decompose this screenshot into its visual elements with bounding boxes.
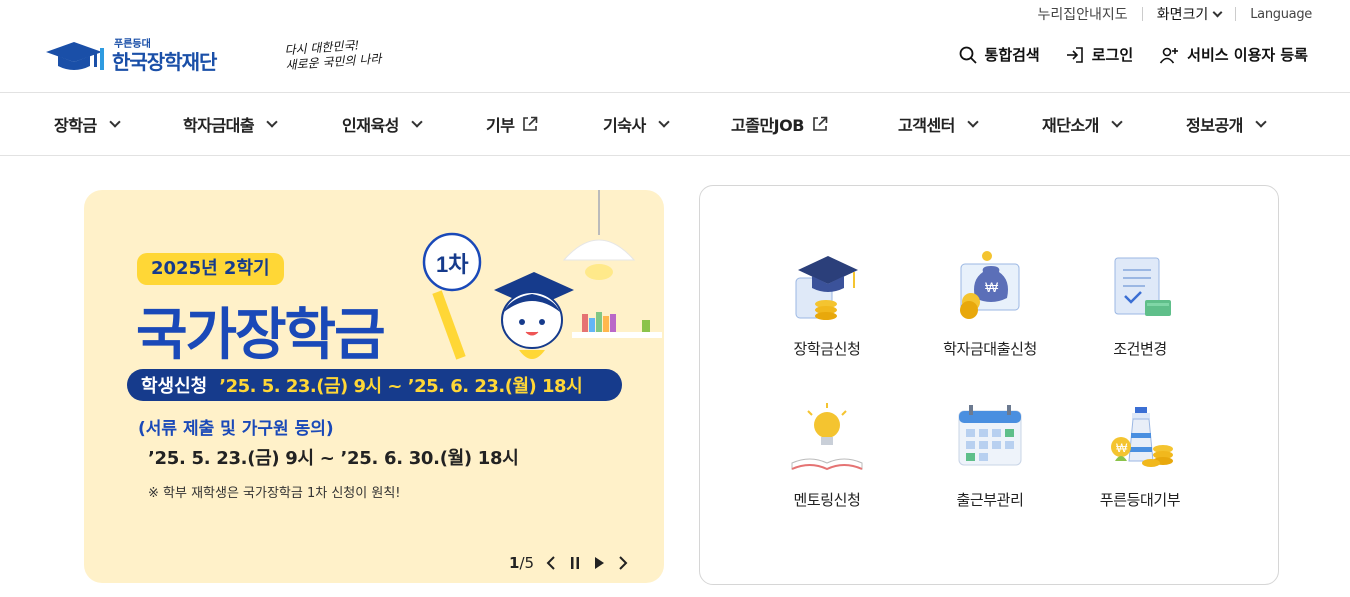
chevron-down-icon <box>658 115 670 128</box>
quick-link-scholarship-apply[interactable]: 장학금신청 <box>752 248 902 359</box>
external-link-icon <box>523 116 538 131</box>
quick-link-loan-apply[interactable]: ₩ 학자금대출신청 <box>915 248 1065 359</box>
nav-item-disclosure[interactable]: 정보공개 <box>1186 93 1267 155</box>
chevron-down-icon <box>266 115 278 128</box>
quick-link-label: 학자금대출신청 <box>943 340 1037 358</box>
slide-total: /5 <box>519 554 535 572</box>
nav-label: 인재육성 <box>342 116 399 135</box>
period-dates: ’25. 5. 23.(금) 9시 ~ ’25. 6. 23.(월) 18시 <box>219 376 583 397</box>
utility-bar: 누리집안내지도 화면크기 Language <box>0 0 1350 28</box>
login-icon <box>1066 46 1083 63</box>
nav-item-customer-center[interactable]: 고객센터 <box>898 93 979 155</box>
quick-link-condition-change[interactable]: 조건변경 <box>1065 248 1215 359</box>
divider <box>1141 7 1143 21</box>
chevron-down-icon <box>109 115 121 128</box>
quick-link-label: 푸른등대기부 <box>1099 491 1181 509</box>
nav-item-highschool-job[interactable]: 고졸만JOB <box>731 93 828 155</box>
chevron-down-icon <box>967 115 979 128</box>
main-nav: 장학금 학자금대출 인재육성 기부 기숙사 고졸만JOB 고객센터 재단소개 정… <box>0 92 1350 156</box>
docs-dates: ’25. 5. 23.(금) 9시 ~ ’25. 6. 30.(월) 18시 <box>148 448 519 469</box>
slide-counter: 1/5 <box>509 554 534 572</box>
chevron-right-icon[interactable] <box>616 555 630 571</box>
sitemap-link[interactable]: 누리집안내지도 <box>1038 4 1128 24</box>
user-register-label: 서비스 이용자 등록 <box>1187 46 1308 64</box>
quick-link-label: 장학금신청 <box>793 340 861 358</box>
svg-text:₩: ₩ <box>985 279 999 295</box>
svg-text:₩: ₩ <box>1116 441 1128 455</box>
logo-title: 한국장학재단 <box>112 50 217 74</box>
logo-subtitle: 푸른등대 <box>114 39 151 50</box>
document-edit-icon <box>1101 248 1179 326</box>
chevron-down-icon <box>1212 7 1223 17</box>
quick-link-label: 조건변경 <box>1113 340 1167 358</box>
graduation-cap-icon <box>788 248 866 326</box>
lightbulb-book-icon <box>788 399 866 477</box>
external-link-icon <box>813 116 828 131</box>
chevron-down-icon <box>1111 115 1123 128</box>
slogan: 다시 대한민국! 새로운 국민의 나라 <box>284 37 382 74</box>
slider-controls: 1/5 <box>509 554 630 572</box>
utility-links: 누리집안내지도 화면크기 Language <box>1038 4 1313 24</box>
nav-item-dormitory[interactable]: 기숙사 <box>603 93 670 155</box>
chevron-down-icon <box>411 115 423 128</box>
nav-label: 장학금 <box>54 116 97 135</box>
chevron-left-icon[interactable] <box>544 555 558 571</box>
site-header: 푸른등대 한국장학재단 다시 대한민국! 새로운 국민의 나라 통합검색 로그인… <box>0 28 1350 92</box>
login-button[interactable]: 로그인 <box>1066 44 1133 65</box>
login-label: 로그인 <box>1091 46 1134 64</box>
quick-link-mentoring-apply[interactable]: 멘토링신청 <box>752 399 902 510</box>
slide-current: 1 <box>509 554 520 572</box>
mascot-illustration-icon: 1차 <box>422 190 662 360</box>
header-actions: 통합검색 로그인 서비스 이용자 등록 <box>959 44 1308 65</box>
user-add-icon <box>1159 47 1179 63</box>
search-label: 통합검색 <box>984 46 1040 64</box>
period-label: 학생신청 <box>141 376 208 397</box>
search-icon <box>959 46 977 64</box>
nav-item-about[interactable]: 재단소개 <box>1042 93 1123 155</box>
quick-link-label: 출근부관리 <box>956 491 1024 509</box>
badge-text: 1차 <box>436 252 469 277</box>
nav-item-talent[interactable]: 인재육성 <box>342 93 423 155</box>
application-period: 학생신청 ’25. 5. 23.(금) 9시 ~ ’25. 6. 23.(월) … <box>127 369 622 401</box>
nav-label: 고졸만JOB <box>731 116 804 135</box>
site-logo[interactable]: 푸른등대 한국장학재단 <box>44 38 217 74</box>
nav-label: 기숙사 <box>603 116 646 135</box>
quick-link-donation[interactable]: ₩ 푸른등대기부 <box>1065 399 1215 510</box>
banner-tag: 2025년 2학기 <box>137 253 284 285</box>
user-register-button[interactable]: 서비스 이용자 등록 <box>1159 44 1308 65</box>
calendar-icon <box>951 399 1029 477</box>
nav-label: 고객센터 <box>898 116 955 135</box>
divider <box>1235 7 1237 21</box>
nav-label: 기부 <box>486 116 515 135</box>
nav-label: 재단소개 <box>1042 116 1099 135</box>
play-icon[interactable] <box>592 555 606 571</box>
docs-label: (서류 제출 및 가구원 동의) <box>138 419 334 439</box>
banner-note: ※ 학부 재학생은 국가장학금 1차 신청이 원칙! <box>148 486 401 501</box>
nav-item-scholarship[interactable]: 장학금 <box>54 93 121 155</box>
language-button[interactable]: Language <box>1250 7 1312 22</box>
nav-label: 정보공개 <box>1186 116 1243 135</box>
nav-label: 학자금대출 <box>183 116 255 135</box>
banner-headline: 국가장학금 <box>136 303 386 368</box>
quick-links-panel: 장학금신청 ₩ 학자금대출신청 조건변경 멘토링신청 출근부관리 ₩ 푸른등대기… <box>699 185 1279 585</box>
money-bag-icon: ₩ <box>951 248 1029 326</box>
nav-item-donation[interactable]: 기부 <box>486 93 538 155</box>
logo-mark-icon <box>44 38 106 74</box>
font-size-button[interactable]: 화면크기 <box>1156 4 1223 24</box>
quick-link-attendance[interactable]: 출근부관리 <box>915 399 1065 510</box>
pause-icon[interactable] <box>568 555 582 571</box>
chevron-down-icon <box>1255 115 1267 128</box>
search-button[interactable]: 통합검색 <box>959 44 1040 65</box>
lighthouse-coins-icon: ₩ <box>1101 399 1179 477</box>
main-banner[interactable]: 2025년 2학기 국가장학금 1차 학생신청 ’25. 5. 23.(금) 9… <box>84 190 664 583</box>
quick-link-label: 멘토링신청 <box>793 491 861 509</box>
nav-item-student-loan[interactable]: 학자금대출 <box>183 93 278 155</box>
font-size-label: 화면크기 <box>1156 7 1209 23</box>
